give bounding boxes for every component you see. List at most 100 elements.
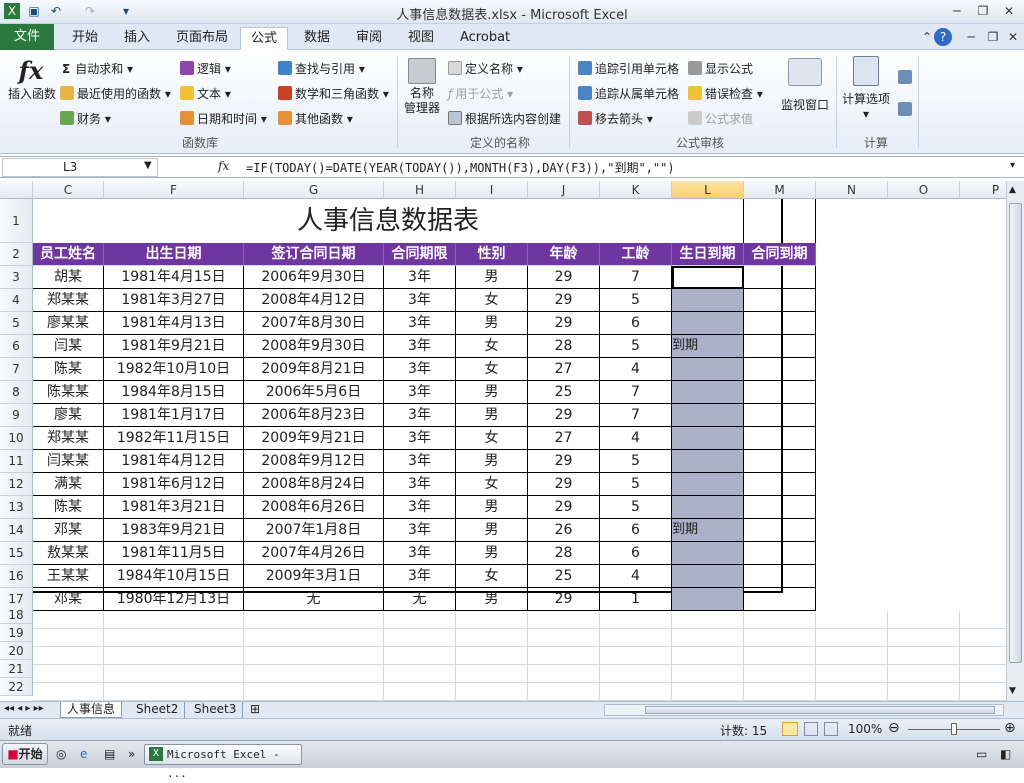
row-header-7[interactable]: 7 [0, 358, 33, 381]
column-header-I[interactable]: I [456, 181, 528, 199]
data-cell[interactable] [744, 519, 816, 542]
header-cell[interactable]: 性别 [456, 243, 528, 266]
data-cell[interactable]: 1981年4月12日 [104, 450, 244, 473]
data-cell[interactable] [672, 588, 744, 611]
data-cell[interactable]: 郑某某 [33, 427, 104, 450]
zoom-in-icon[interactable]: ⊕ [1004, 720, 1016, 736]
data-cell[interactable] [744, 404, 816, 427]
data-cell[interactable]: 1983年9月21日 [104, 519, 244, 542]
data-cell[interactable]: 1981年4月13日 [104, 312, 244, 335]
sheet-tab-active[interactable]: 人事信息 [60, 702, 123, 718]
empty-cell[interactable] [816, 629, 888, 647]
data-cell[interactable]: 1 [600, 588, 672, 611]
scroll-up-icon[interactable]: ▲ [1009, 185, 1016, 195]
define-name-button[interactable]: 定义名称 ▾ [448, 60, 523, 77]
namebox-dropdown-icon[interactable]: ▼ [144, 160, 152, 171]
column-header-L[interactable]: L [672, 181, 744, 199]
autosum-button[interactable]: Σ 自动求和 ▾ [62, 60, 133, 77]
header-cell[interactable]: 工龄 [600, 243, 672, 266]
data-cell[interactable]: 2008年9月30日 [244, 335, 384, 358]
data-cell[interactable]: 29 [528, 473, 600, 496]
data-cell[interactable]: 28 [528, 542, 600, 565]
empty-cell[interactable] [528, 647, 600, 665]
data-cell[interactable]: 3年 [384, 312, 456, 335]
trace-dependents-button[interactable]: 追踪从属单元格 [578, 85, 679, 102]
row-header-18[interactable]: 18 [0, 606, 33, 624]
empty-cell[interactable] [960, 665, 1006, 683]
row-header-4[interactable]: 4 [0, 289, 33, 312]
data-cell[interactable] [672, 473, 744, 496]
math-button[interactable]: 数学和三角函数 ▾ [278, 85, 389, 102]
empty-cell[interactable] [960, 629, 1006, 647]
data-cell[interactable]: 29 [528, 266, 600, 289]
ie-icon[interactable]: e [80, 747, 87, 761]
row-header-15[interactable]: 15 [0, 542, 33, 565]
empty-cell[interactable] [744, 611, 816, 629]
data-cell[interactable]: 29 [528, 588, 600, 611]
empty-cell[interactable] [600, 629, 672, 647]
empty-cell[interactable] [384, 665, 456, 683]
row-header-8[interactable]: 8 [0, 381, 33, 404]
data-cell[interactable]: 女 [456, 565, 528, 588]
data-cell[interactable]: 3年 [384, 473, 456, 496]
data-cell[interactable]: 3年 [384, 450, 456, 473]
data-cell[interactable]: 7 [600, 266, 672, 289]
data-cell[interactable]: 男 [456, 496, 528, 519]
data-cell[interactable] [744, 542, 816, 565]
empty-cell[interactable] [384, 683, 456, 701]
name-manager-button[interactable]: 名称 管理器 [402, 58, 442, 116]
use-in-formula-button[interactable]: ƒ 用于公式 ▾ [448, 85, 513, 102]
empty-cell[interactable] [744, 629, 816, 647]
empty-cell[interactable] [600, 665, 672, 683]
header-cell[interactable]: 合同期限 [384, 243, 456, 266]
show-formulas-button[interactable]: 显示公式 [688, 60, 753, 77]
data-cell[interactable] [672, 289, 744, 312]
tab-review[interactable]: 审阅 [346, 27, 392, 50]
data-cell[interactable] [744, 496, 816, 519]
data-cell[interactable]: 1980年12月13日 [104, 588, 244, 611]
keyboard-icon[interactable]: ▭ [976, 747, 987, 761]
data-cell[interactable]: 2008年4月12日 [244, 289, 384, 312]
data-cell[interactable]: 男 [456, 450, 528, 473]
data-cell[interactable]: 3年 [384, 542, 456, 565]
empty-cell[interactable] [456, 611, 528, 629]
data-cell[interactable]: 郑某某 [33, 289, 104, 312]
data-cell[interactable]: 4 [600, 565, 672, 588]
empty-cell[interactable] [244, 647, 384, 665]
column-header-C[interactable]: C [33, 181, 104, 199]
data-cell[interactable]: 1984年8月15日 [104, 381, 244, 404]
sheet-nav-icon[interactable]: ◂◂ ◂ ▸ ▸▸ [4, 703, 44, 714]
data-cell[interactable]: 29 [528, 450, 600, 473]
quicklaunch-icon[interactable]: ◎ [56, 747, 66, 761]
worksheet-grid[interactable]: C F G H I J K L M N O P 1 2 3 4 5 6 7 8 9 10 11 12 13 14 15 16 17 18 1… [0, 181, 1006, 701]
data-cell[interactable] [672, 404, 744, 427]
empty-cell[interactable] [33, 629, 104, 647]
data-cell[interactable]: 1981年9月21日 [104, 335, 244, 358]
data-cell[interactable]: 5 [600, 473, 672, 496]
tab-page-layout[interactable]: 页面布局 [166, 27, 238, 50]
empty-cell[interactable] [816, 611, 888, 629]
data-cell[interactable]: 7 [600, 404, 672, 427]
data-cell[interactable]: 7 [600, 381, 672, 404]
insert-sheet-icon[interactable]: ⊞ [250, 702, 260, 716]
data-cell[interactable] [744, 588, 816, 611]
empty-cell[interactable] [528, 665, 600, 683]
data-cell[interactable]: 26 [528, 519, 600, 542]
empty-cell[interactable] [816, 683, 888, 701]
data-cell[interactable]: 5 [600, 496, 672, 519]
row-header-10[interactable]: 10 [0, 427, 33, 450]
empty-cell[interactable] [528, 683, 600, 701]
data-cell[interactable]: 1981年1月17日 [104, 404, 244, 427]
header-cell[interactable]: 员工姓名 [33, 243, 104, 266]
data-cell[interactable]: 3年 [384, 496, 456, 519]
data-cell[interactable] [744, 473, 816, 496]
data-cell[interactable]: 2009年8月21日 [244, 358, 384, 381]
header-cell[interactable]: 年龄 [528, 243, 600, 266]
header-cell[interactable]: 签订合同日期 [244, 243, 384, 266]
tab-view[interactable]: 视图 [398, 27, 444, 50]
empty-cell[interactable] [960, 683, 1006, 701]
workbook-close-button[interactable]: ✕ [1000, 28, 1024, 46]
data-cell[interactable]: 男 [456, 266, 528, 289]
tab-insert[interactable]: 插入 [114, 27, 160, 50]
data-cell[interactable]: 王某某 [33, 565, 104, 588]
